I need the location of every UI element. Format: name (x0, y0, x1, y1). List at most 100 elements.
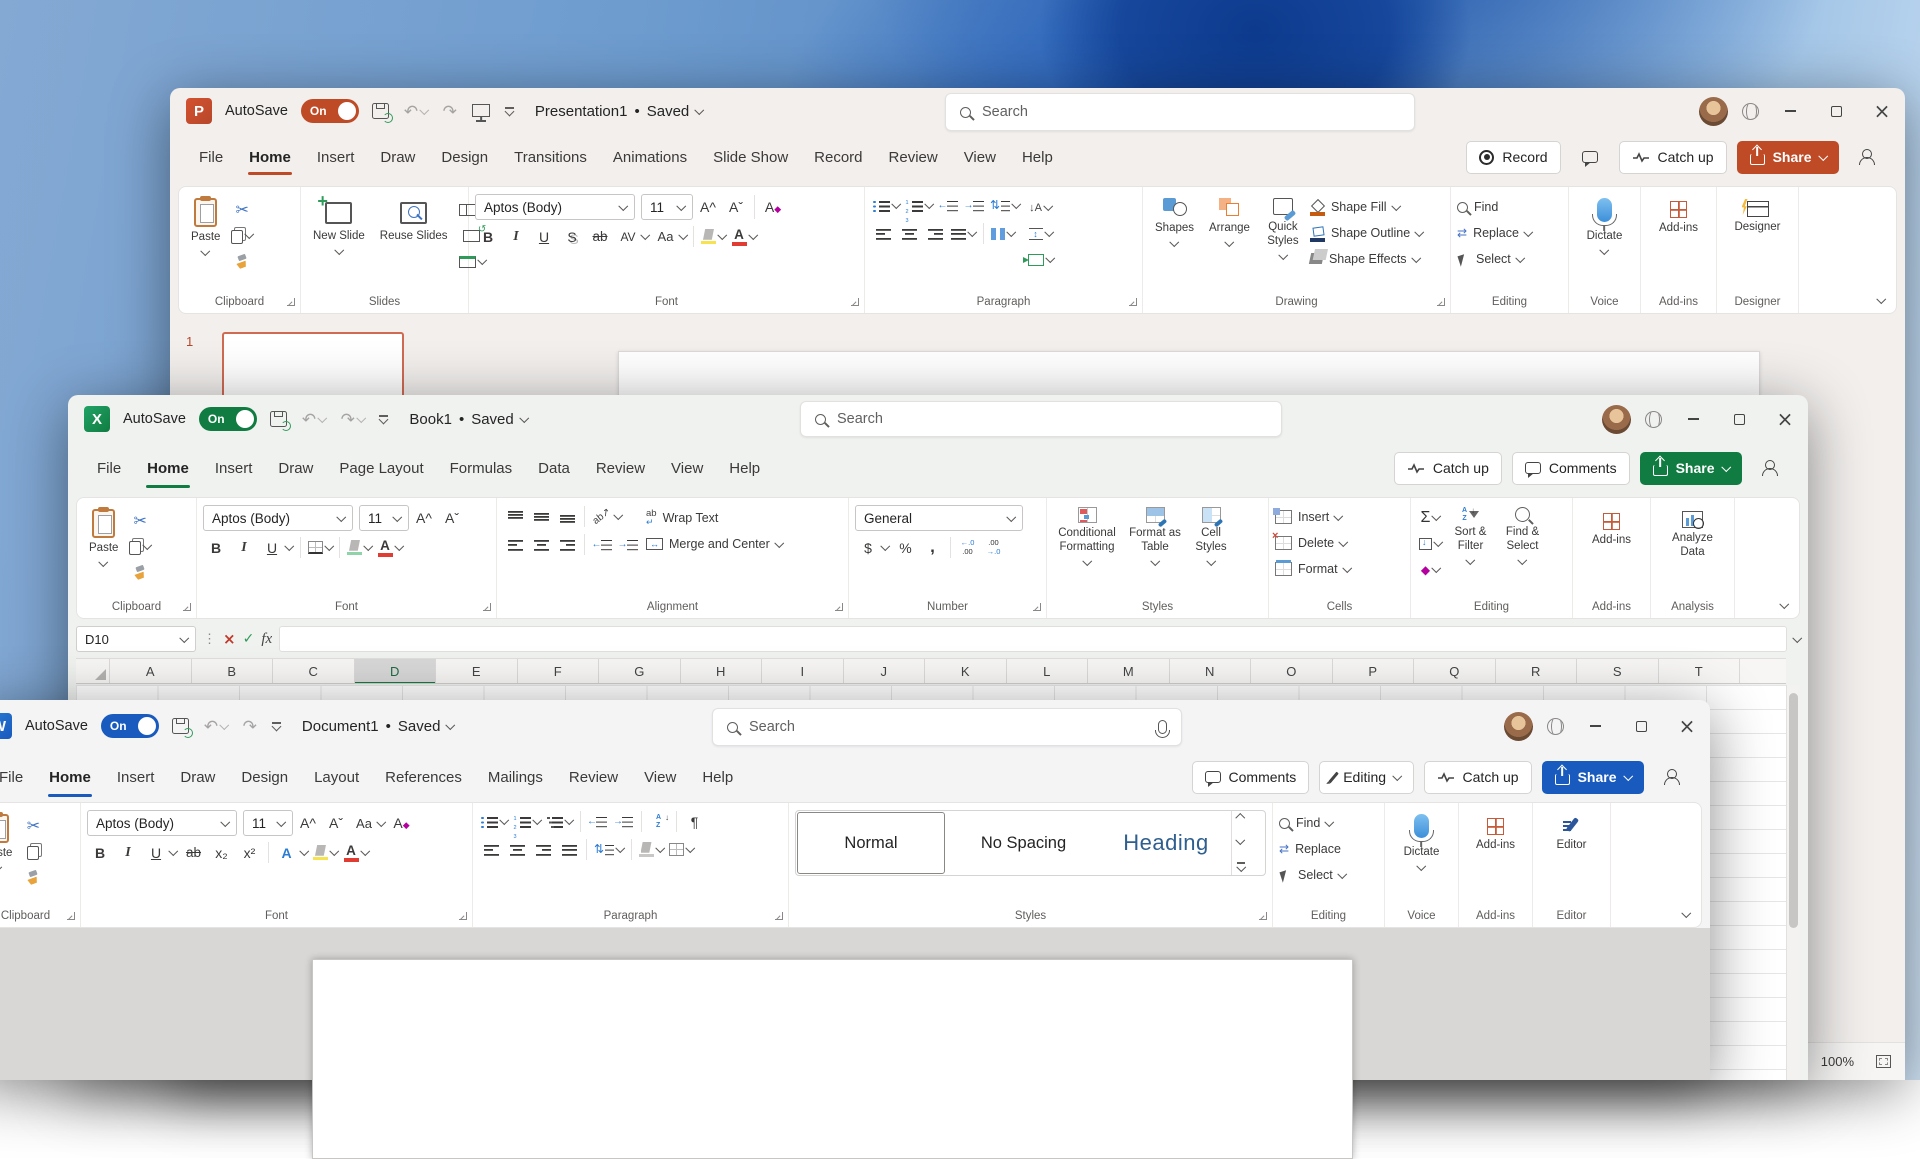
ribbon-tab[interactable]: Formulas (437, 443, 526, 493)
bold-button[interactable]: B (203, 536, 229, 559)
undo-button[interactable]: ↶ (302, 411, 326, 428)
ribbon-tab[interactable]: Insert (104, 752, 168, 802)
analyze-data-button[interactable]: Analyze Data (1662, 507, 1724, 564)
character-spacing-button[interactable]: AV (615, 225, 651, 248)
multilevel-list-button[interactable] (544, 810, 575, 833)
undo-button[interactable]: ↶ (204, 718, 228, 735)
dictate-button[interactable]: Dictate (1581, 194, 1629, 258)
underline-button[interactable]: U (531, 225, 557, 248)
sphere-icon[interactable] (1645, 411, 1662, 428)
ribbon-tab[interactable]: Review (876, 134, 951, 180)
dialog-launcher-icon[interactable] (775, 912, 783, 920)
save-icon[interactable] (270, 411, 287, 427)
dialog-launcher-icon[interactable] (1437, 298, 1445, 306)
underline-button[interactable]: U (143, 841, 179, 864)
grow-font-button[interactable]: A^ (295, 812, 321, 835)
dialog-launcher-icon[interactable] (1259, 912, 1267, 920)
bullets-button[interactable] (479, 810, 510, 833)
decrease-indent-button[interactable] (590, 533, 614, 556)
ribbon-tab[interactable]: Slide Show (700, 134, 801, 180)
underline-button[interactable]: U (259, 536, 295, 559)
addins-button[interactable]: Add-ins (1586, 509, 1637, 552)
clear-formatting-button[interactable]: A◆ (389, 812, 415, 835)
ribbon-tab[interactable]: File (84, 443, 134, 493)
ribbon-tab[interactable]: File (186, 134, 236, 180)
italic-button[interactable]: I (115, 841, 141, 864)
gallery-expand-icon[interactable] (1237, 862, 1245, 871)
ribbon-tab[interactable]: Design (428, 134, 501, 180)
convert-smartart-button[interactable] (1026, 248, 1056, 271)
text-shadow-button[interactable]: S (559, 225, 585, 248)
numbering-button[interactable] (512, 810, 543, 833)
style-heading[interactable]: Heading (1101, 811, 1231, 875)
ribbon-tab[interactable]: Mailings (475, 752, 556, 802)
sort-filter-button[interactable]: AZSort & Filter (1446, 505, 1496, 581)
new-slide-button[interactable]: New Slide (307, 194, 371, 258)
align-left-button[interactable] (479, 838, 503, 861)
arrange-button[interactable]: Arrange (1203, 194, 1256, 250)
select-button[interactable]: Select (1279, 864, 1378, 886)
name-box[interactable]: D10 (76, 626, 196, 652)
shape-outline-button[interactable]: Shape Outline (1310, 222, 1423, 244)
column-header[interactable]: B (192, 659, 274, 683)
drag-handle-icon[interactable]: ⋮ (203, 631, 216, 647)
ribbon-tab[interactable]: View (631, 752, 689, 802)
dialog-launcher-icon[interactable] (835, 603, 843, 611)
text-highlight-button[interactable] (311, 841, 340, 864)
editor-button[interactable]: Editor (1550, 813, 1592, 857)
italic-button[interactable]: I (503, 225, 529, 248)
align-text-button[interactable]: ↕ (1026, 222, 1056, 245)
column-header[interactable]: R (1496, 659, 1578, 683)
cell-styles-button[interactable]: Cell Styles (1189, 505, 1233, 567)
ribbon-tab[interactable]: Help (689, 752, 746, 802)
conditional-formatting-button[interactable]: Conditional Formatting (1053, 505, 1121, 567)
document-title[interactable]: Presentation1 • Saved (535, 103, 703, 120)
word-app-icon[interactable]: W (0, 713, 12, 739)
find-button[interactable]: Find (1279, 812, 1378, 834)
minimize-button[interactable] (1670, 395, 1716, 443)
column-header[interactable]: D (355, 659, 437, 683)
format-as-table-button[interactable]: Format as Table (1124, 505, 1186, 567)
strikethrough-button[interactable]: ab (587, 225, 613, 248)
formula-input[interactable] (279, 626, 1786, 652)
decrease-indent-button[interactable] (936, 194, 960, 217)
close-button[interactable]: × (1859, 88, 1905, 134)
dialog-launcher-icon[interactable] (67, 912, 75, 920)
wrap-text-button[interactable]: abWrap Text (646, 507, 782, 529)
bold-button[interactable]: B (475, 225, 501, 248)
excel-app-icon[interactable]: X (84, 406, 110, 432)
fit-slide-icon[interactable] (1876, 1055, 1891, 1068)
grow-font-button[interactable]: A^ (411, 507, 437, 530)
editing-mode-button[interactable]: Editing (1319, 761, 1413, 794)
align-right-button[interactable] (531, 838, 555, 861)
fill-color-button[interactable] (345, 536, 374, 559)
vertical-scrollbar[interactable] (1786, 685, 1800, 1080)
font-color-button[interactable]: A (342, 841, 371, 864)
record-button[interactable]: Record (1466, 141, 1560, 174)
shrink-font-button[interactable]: Aˇ (723, 196, 749, 219)
dialog-launcher-icon[interactable] (459, 912, 467, 920)
collapse-ribbon-icon[interactable] (1681, 908, 1690, 917)
column-header[interactable]: Q (1414, 659, 1496, 683)
bottom-align-button[interactable] (555, 505, 579, 528)
maximize-button[interactable] (1618, 700, 1664, 752)
delete-cells-button[interactable]: Delete (1275, 532, 1404, 554)
ribbon-tab[interactable]: Draw (167, 752, 228, 802)
format-painter-button[interactable] (229, 250, 255, 273)
comments-button[interactable]: Comments (1192, 761, 1310, 794)
maximize-button[interactable] (1716, 395, 1762, 443)
dialog-launcher-icon[interactable] (287, 298, 295, 306)
style-normal[interactable]: Normal (797, 812, 945, 874)
column-header[interactable]: I (762, 659, 844, 683)
superscript-button[interactable]: x² (237, 841, 263, 864)
avatar[interactable] (1602, 405, 1631, 434)
font-size-select[interactable]: 11 (359, 505, 409, 531)
addins-button[interactable]: Add-ins (1653, 197, 1704, 240)
column-header[interactable]: K (925, 659, 1007, 683)
ribbon-tab[interactable]: Help (1009, 134, 1066, 180)
find-select-button[interactable]: Find & Select (1498, 505, 1548, 581)
autosave-toggle[interactable]: On (101, 714, 159, 738)
save-icon[interactable] (172, 718, 189, 734)
insert-cells-button[interactable]: Insert (1275, 506, 1404, 528)
increase-decimal-button[interactable]: ←.0.00 (956, 536, 980, 559)
